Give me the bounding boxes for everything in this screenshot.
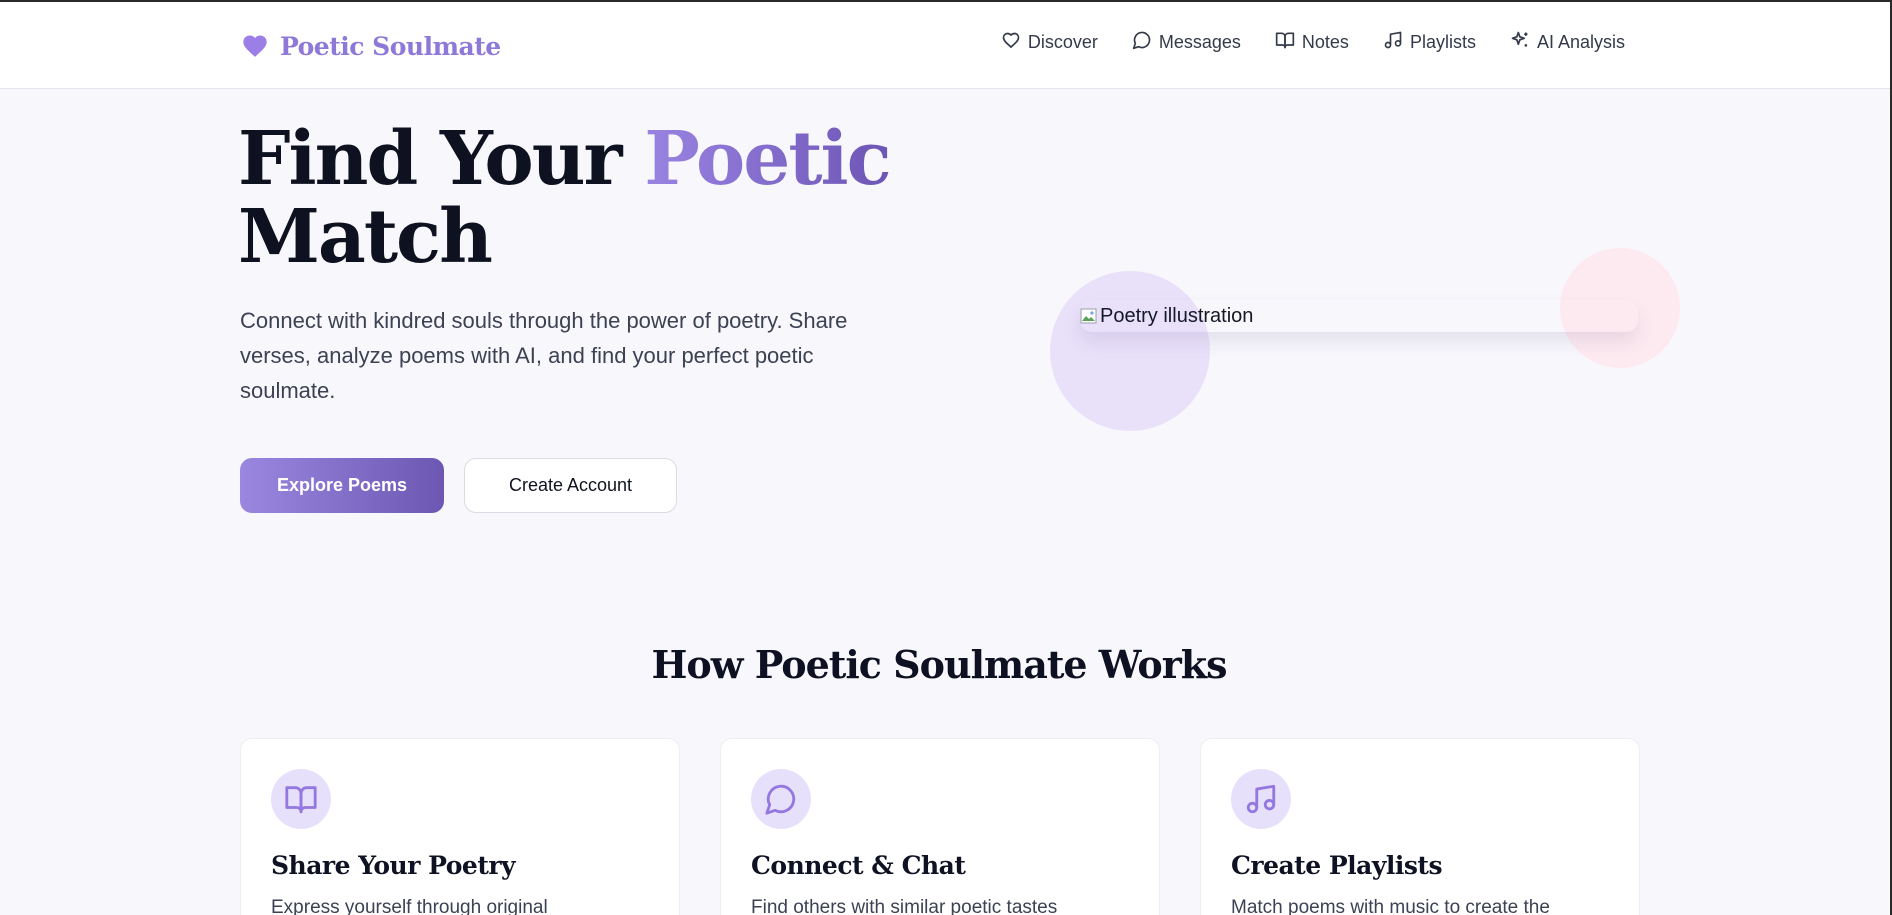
nav-item-label: AI Analysis — [1536, 32, 1625, 52]
nav-item-ai-analysis[interactable]: AI Analysis — [1510, 30, 1625, 55]
nav-item-label: Notes — [1301, 32, 1349, 52]
music-note-icon — [1383, 30, 1403, 55]
section-title-how-it-works: How Poetic Soulmate Works — [651, 642, 1228, 687]
explore-poems-button[interactable]: Explore Poems — [240, 458, 444, 513]
chat-bubble-icon — [751, 769, 811, 829]
book-open-icon — [1275, 30, 1295, 55]
feature-card-description: Match poems with music to create the — [1231, 897, 1550, 915]
feature-card-title: Connect & Chat — [751, 851, 966, 880]
nav-item-label: Playlists — [1409, 32, 1476, 52]
nav-item-notes[interactable]: Notes — [1275, 30, 1349, 55]
music-note-icon — [1231, 769, 1291, 829]
feature-card-description: Find others with similar poetic tastes — [751, 897, 1058, 915]
sparkles-icon — [1510, 30, 1530, 55]
feature-card-description: Express yourself through original — [271, 897, 548, 915]
nav-item-label: Discover — [1027, 32, 1098, 52]
illustration-alt-text: Poetry illustration — [1100, 304, 1254, 327]
feature-card-title: Create Playlists — [1231, 851, 1443, 880]
brand-logo-link[interactable]: Poetic Soulmate — [240, 28, 501, 64]
poetry-illustration: Poetry illustration — [1080, 300, 1638, 332]
brand-name: Poetic Soulmate — [280, 31, 501, 61]
hero-title-part1: Find Your — [238, 116, 645, 202]
chat-bubble-icon — [1132, 30, 1152, 55]
heart-outline-icon — [1001, 30, 1021, 55]
feature-card-create-playlists: Create Playlists Match poems with music … — [1200, 738, 1640, 915]
nav-item-label: Messages — [1158, 32, 1241, 52]
feature-card-connect-chat: Connect & Chat Find others with similar … — [720, 738, 1160, 915]
nav-item-discover[interactable]: Discover — [1001, 30, 1098, 55]
hero-title-accent: Poetic — [644, 116, 891, 202]
feature-card-title: Share Your Poetry — [271, 851, 516, 880]
feature-card-share-poetry: Share Your Poetry Express yourself throu… — [240, 738, 680, 915]
heart-icon — [240, 32, 270, 60]
decorative-circle-purple — [1050, 271, 1210, 431]
main-nav: Discover Messages Notes Playlists AI Ana… — [1001, 30, 1625, 55]
nav-item-playlists[interactable]: Playlists — [1383, 30, 1476, 55]
hero-description: Connect with kindred souls through the p… — [240, 308, 848, 403]
hero-title: Find Your Poetic Match — [238, 120, 892, 276]
top-navbar: Poetic Soulmate Discover Messages Notes … — [0, 0, 1892, 89]
nav-item-messages[interactable]: Messages — [1132, 30, 1241, 55]
book-open-icon — [271, 769, 331, 829]
hero-title-part2: Match — [238, 194, 493, 280]
create-account-button[interactable]: Create Account — [464, 458, 677, 513]
broken-image-icon — [1080, 307, 1098, 325]
